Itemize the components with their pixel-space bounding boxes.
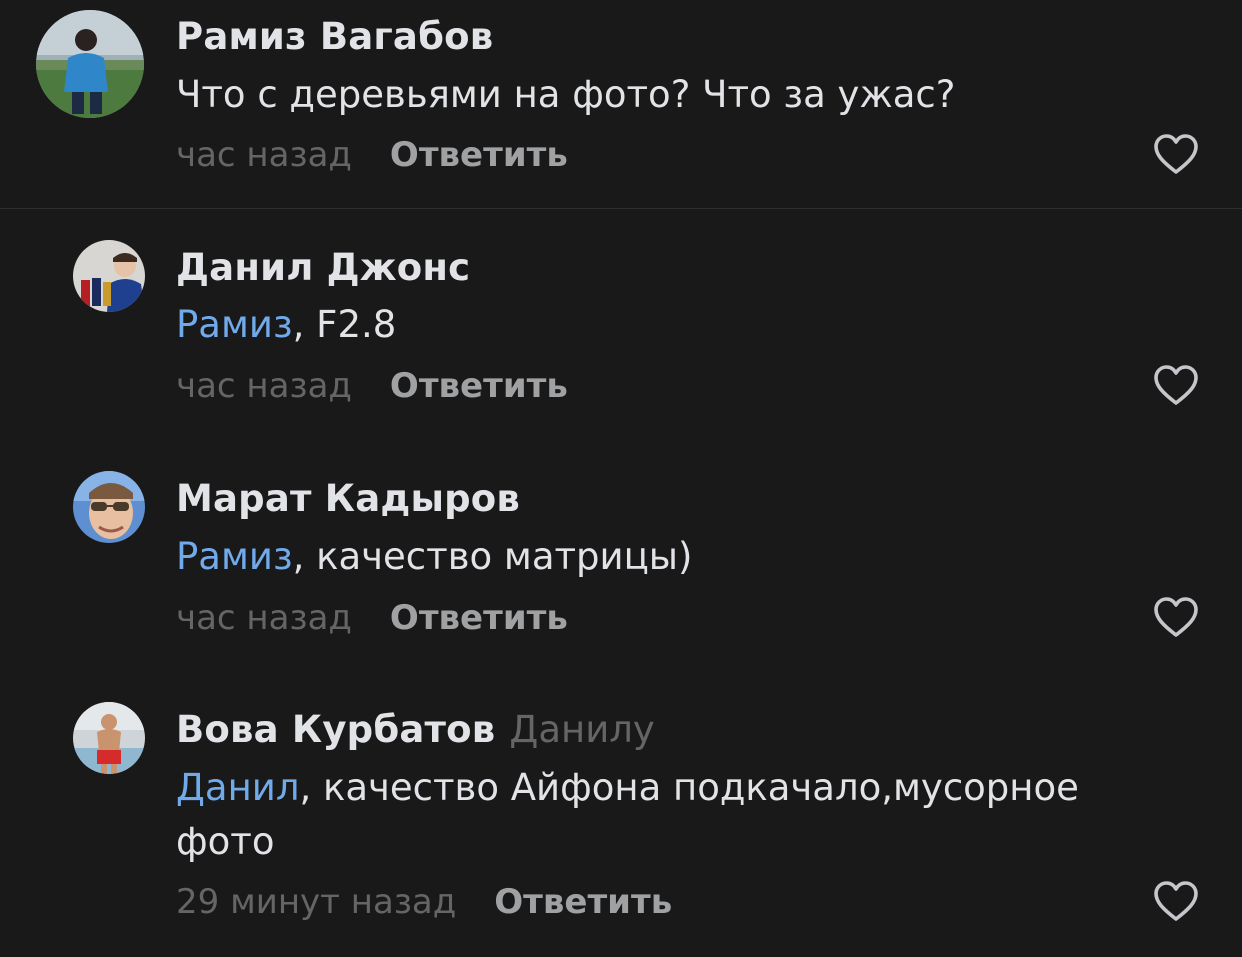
timestamp: час назад (176, 366, 352, 406)
comment-body: Что с деревьями на фото? Что за ужас? (176, 73, 956, 116)
avatar[interactable] (73, 702, 145, 774)
avatar[interactable] (73, 471, 145, 543)
author-name[interactable]: Вова Курбатов (176, 708, 495, 751)
reply-button[interactable]: Ответить (494, 882, 672, 922)
heart-outline-icon (1154, 597, 1198, 637)
like-button[interactable] (1153, 133, 1199, 175)
comment-text: Рамиз, качество матрицы) (176, 530, 1166, 584)
avatar[interactable] (73, 240, 145, 312)
timestamp: час назад (176, 598, 352, 638)
author-line: Вова Курбатов Данилу (176, 708, 655, 752)
like-button[interactable] (1153, 364, 1199, 406)
avatar[interactable] (36, 10, 144, 118)
heart-outline-icon (1154, 881, 1198, 921)
comment-text: Что с деревьями на фото? Что за ужас? (176, 68, 1166, 122)
avatar-photo (36, 10, 144, 118)
comment-meta: 29 минут назад Ответить (176, 882, 672, 922)
reply-button[interactable]: Ответить (390, 366, 568, 406)
mention-link[interactable]: Данил (176, 766, 299, 809)
heart-outline-icon (1154, 365, 1198, 405)
author-name[interactable]: Рамиз Вагабов (176, 15, 493, 58)
timestamp: час назад (176, 135, 352, 175)
comment-text: Рамиз, F2.8 (176, 298, 1166, 352)
comment-body: качество матрицы) (316, 535, 693, 578)
author-line: Рамиз Вагабов (176, 15, 493, 59)
like-button[interactable] (1153, 596, 1199, 638)
mention-separator: , (292, 303, 317, 346)
mention-link[interactable]: Рамиз (176, 303, 293, 346)
author-name[interactable]: Марат Кадыров (176, 477, 520, 520)
comment-meta: час назад Ответить (176, 366, 568, 406)
comment-meta: час назад Ответить (176, 598, 568, 638)
avatar-photo (73, 702, 145, 774)
avatar-photo (73, 240, 145, 312)
comment-item: Данил Джонс Рамиз, F2.8 час назад Ответит… (0, 209, 1242, 440)
comment-body: F2.8 (316, 303, 397, 346)
comment-item: Рамиз Вагабов Что с деревьями на фото? Ч… (0, 0, 1242, 208)
mention-separator: , (299, 766, 323, 809)
comment-meta: час назад Ответить (176, 135, 568, 175)
comment-text: Данил, качество Айфона подкачало,мусорно… (176, 761, 1166, 869)
reply-button[interactable]: Ответить (390, 598, 568, 638)
author-line: Марат Кадыров (176, 477, 520, 521)
avatar-photo (73, 471, 145, 543)
timestamp: 29 минут назад (176, 882, 457, 922)
author-name[interactable]: Данил Джонс (176, 246, 470, 289)
heart-outline-icon (1154, 134, 1198, 174)
comment-item: Марат Кадыров Рамиз, качество матрицы) ч… (0, 440, 1242, 671)
mention-separator: , (292, 535, 317, 578)
author-line: Данил Джонс (176, 246, 470, 290)
reply-to-label[interactable]: Данилу (509, 708, 654, 751)
mention-link[interactable]: Рамиз (176, 535, 293, 578)
comment-item: Вова Курбатов Данилу Данил, качество Айфо… (0, 671, 1242, 957)
like-button[interactable] (1153, 880, 1199, 922)
reply-button[interactable]: Ответить (390, 135, 568, 175)
